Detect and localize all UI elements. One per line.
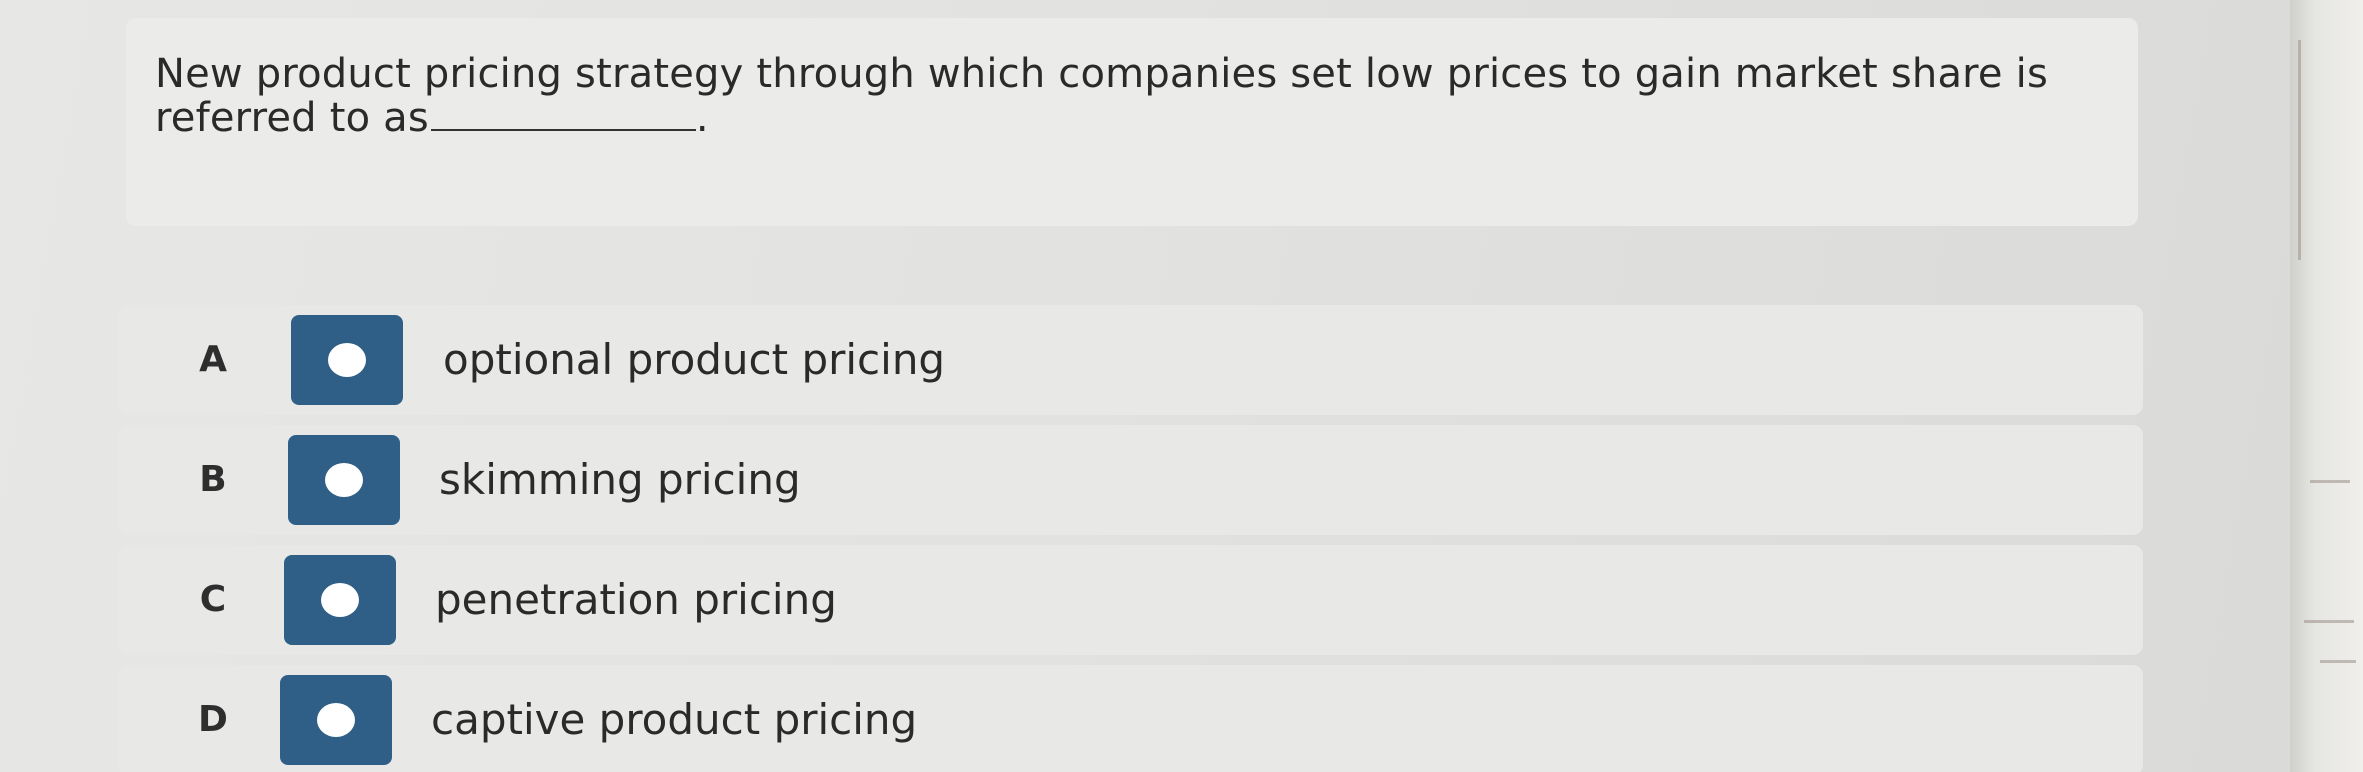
option-c-row[interactable]: C penetration pricing xyxy=(118,545,2143,655)
background-mark xyxy=(2304,620,2354,623)
question-trailing: . xyxy=(695,95,709,141)
radio-dot-icon xyxy=(317,703,355,737)
option-a-radio[interactable] xyxy=(291,315,403,405)
question-stem: New product pricing strategy through whi… xyxy=(155,51,2049,141)
option-label: optional product pricing xyxy=(443,335,946,384)
option-b-radio[interactable] xyxy=(288,435,400,525)
option-c-radio[interactable] xyxy=(284,555,396,645)
background-mark xyxy=(2320,660,2356,663)
option-letter: B xyxy=(199,459,227,500)
option-letter: C xyxy=(199,579,227,620)
option-label: captive product pricing xyxy=(431,695,918,744)
option-d-radio[interactable] xyxy=(280,675,392,765)
radio-dot-icon xyxy=(321,583,359,617)
background-mark xyxy=(2310,480,2350,483)
option-label: penetration pricing xyxy=(435,575,837,624)
option-label: skimming pricing xyxy=(439,455,801,504)
quiz-screen: New product pricing strategy through whi… xyxy=(0,0,2290,772)
option-letter: A xyxy=(199,339,227,380)
background-mark xyxy=(2298,40,2301,260)
radio-dot-icon xyxy=(325,463,363,497)
option-d-row[interactable]: D captive product pricing xyxy=(118,665,2143,772)
radio-dot-icon xyxy=(328,343,366,377)
option-a-row[interactable]: A optional product pricing xyxy=(118,305,2143,415)
question-text: New product pricing strategy through whi… xyxy=(155,52,2115,140)
answer-blank xyxy=(430,129,696,131)
background-edge xyxy=(2290,0,2363,772)
option-b-row[interactable]: B skimming pricing xyxy=(118,425,2143,535)
